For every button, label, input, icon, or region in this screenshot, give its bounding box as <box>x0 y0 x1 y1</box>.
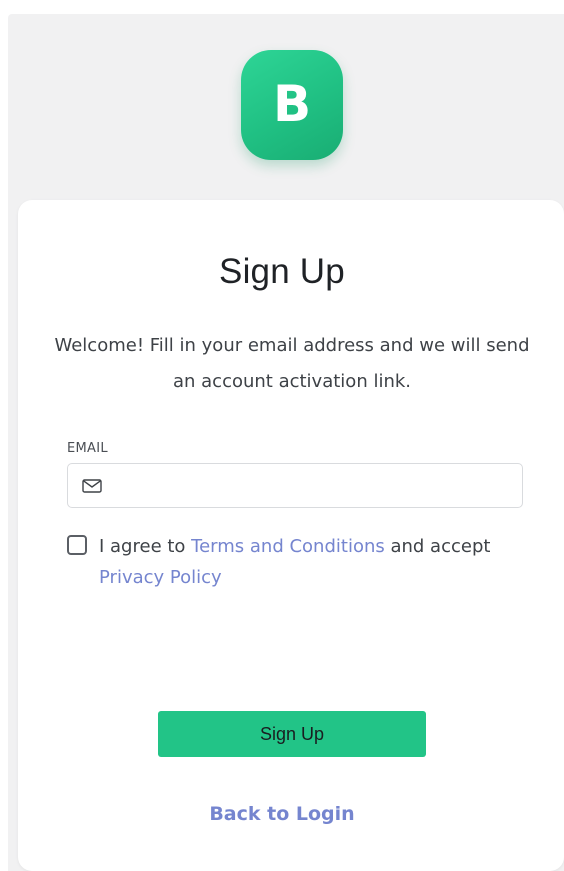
agree-checkbox[interactable] <box>67 535 87 555</box>
privacy-link[interactable]: Privacy Policy <box>99 567 222 588</box>
agreement-text-part-2: and accept <box>384 536 491 557</box>
signup-button[interactable]: Sign Up <box>158 711 426 757</box>
logo-letter: B <box>272 75 312 133</box>
signup-description: Welcome! Fill in your email address and … <box>54 335 530 392</box>
email-input[interactable] <box>102 464 522 507</box>
email-field[interactable] <box>67 463 523 508</box>
terms-agreement: I agree to Terms and Conditions and acce… <box>67 531 507 593</box>
mail-icon <box>82 478 102 494</box>
page-title: Sign Up <box>219 252 345 291</box>
terms-link[interactable]: Terms and Conditions <box>191 536 385 557</box>
app-logo: B <box>241 50 343 160</box>
agreement-text: I agree to Terms and Conditions and acce… <box>99 531 507 593</box>
agreement-text-part-1: I agree to <box>99 536 192 557</box>
back-to-login-link[interactable]: Back to Login <box>0 803 564 825</box>
email-label: EMAIL <box>67 441 108 456</box>
